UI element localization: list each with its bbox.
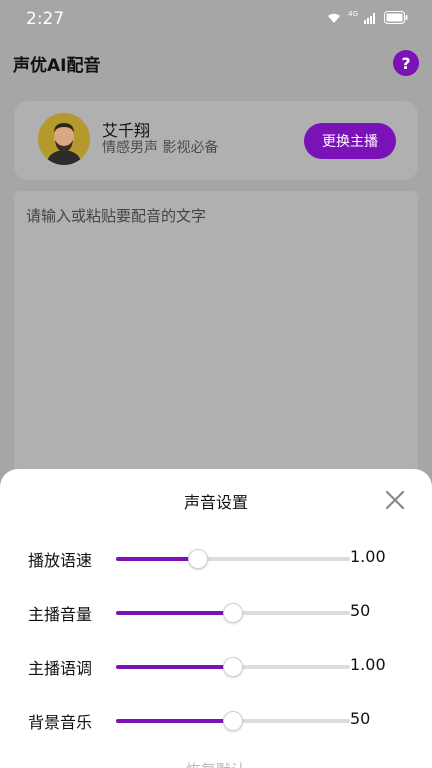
help-icon: ? [401,53,411,73]
slider-fill [116,557,198,561]
host-card: 艾千翔 情感男声 影视必备 更换主播 [14,101,418,180]
slider-row-speed: 播放语速 1.00 [0,543,432,573]
slider-fill [116,719,233,723]
pitch-slider[interactable] [116,657,350,677]
volume-slider[interactable] [116,603,350,623]
change-host-button[interactable]: 更换主播 [304,123,396,159]
script-input-placeholder: 请输入或粘贴要配音的文字 [26,207,207,225]
slider-fill [116,665,233,669]
slider-label: 主播音量 [28,605,93,624]
script-input[interactable]: 请输入或粘贴要配音的文字 [14,191,418,491]
host-description: 情感男声 影视必备 [102,140,219,156]
slider-row-volume: 主播音量 50 [0,597,432,627]
status-icons: 4G [326,9,408,24]
voice-settings-sheet: 声音设置 播放语速 1.00 主播音量 50 主播语调 1.00 背景音乐 50 [0,469,432,768]
help-button[interactable]: ? [393,50,419,76]
slider-fill [116,611,233,615]
battery-icon [384,11,408,24]
slider-row-pitch: 主播语调 1.00 [0,651,432,681]
speed-slider[interactable] [116,549,350,569]
slider-thumb[interactable] [223,711,243,731]
app-bar: 声优AI配音 ? [0,38,432,90]
slider-thumb[interactable] [223,657,243,677]
app-title: 声优AI配音 [13,56,101,76]
host-avatar [38,113,90,165]
slider-thumb[interactable] [223,603,243,623]
slider-label: 主播语调 [28,659,93,678]
reset-default-button[interactable]: 恢复默认 [0,759,432,768]
slider-thumb[interactable] [187,549,208,569]
slider-value: 50 [350,709,371,728]
status-time: 2:27 [26,9,65,29]
slider-value: 50 [350,601,371,620]
slider-value: 1.00 [350,655,386,674]
status-bar: 2:27 4G [0,0,432,38]
network-label: 4G [348,9,358,18]
bgm-slider[interactable] [116,711,350,731]
signal-icon [364,13,375,24]
slider-label: 背景音乐 [28,713,93,732]
slider-value: 1.00 [350,547,386,566]
close-icon[interactable] [382,487,408,513]
slider-label: 播放语速 [28,551,93,570]
sheet-title: 声音设置 [183,493,248,512]
slider-row-bgm: 背景音乐 50 [0,705,432,735]
wifi-icon [328,13,341,23]
